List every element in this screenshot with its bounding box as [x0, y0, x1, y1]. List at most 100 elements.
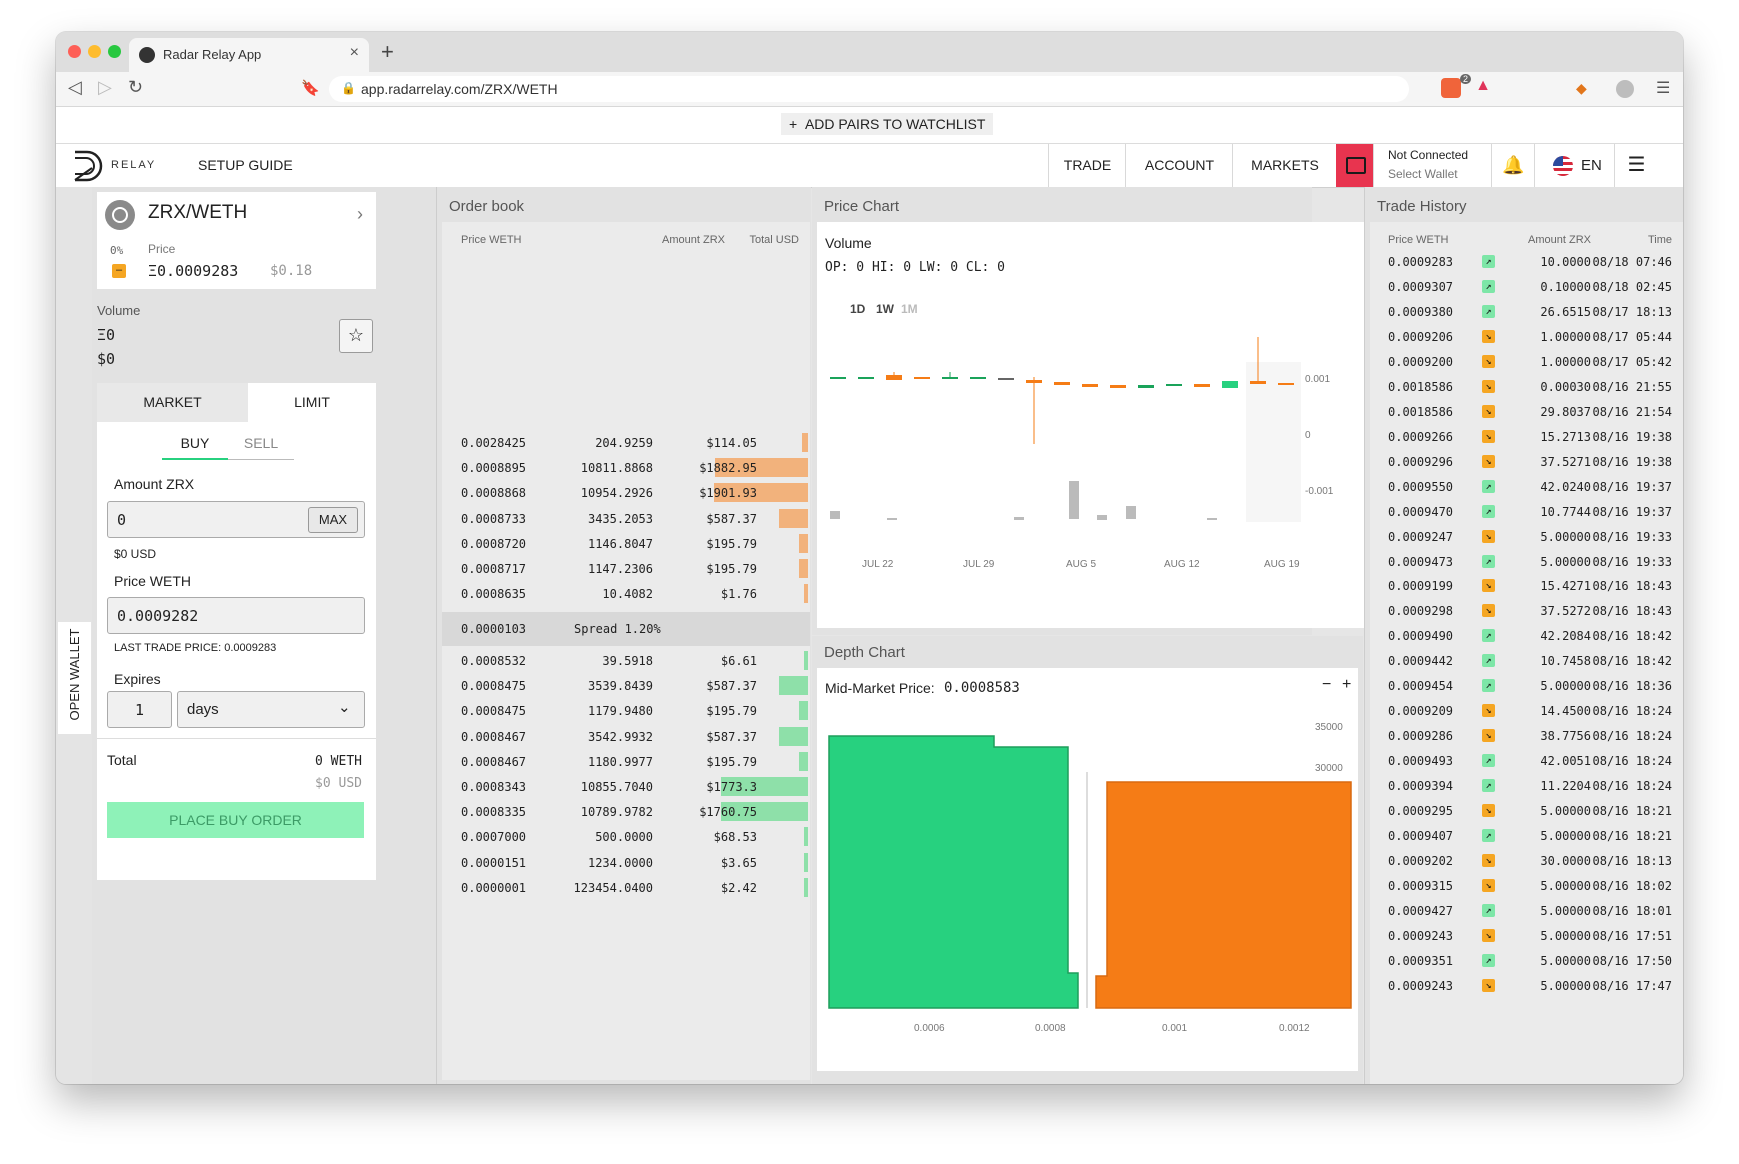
order-row[interactable]: 0.0008868 10954.2926 $1901.93 [442, 480, 810, 505]
wallet-button[interactable] [1336, 144, 1373, 187]
order-row[interactable]: 0.0008343 10855.7040 $1773.3 [442, 774, 810, 799]
candle [1166, 384, 1182, 386]
trade-row[interactable]: 0.0009427 ↗ 5.00000 08/16 18:01 [1370, 898, 1683, 923]
maximize-window-button[interactable] [108, 45, 121, 58]
side-buy[interactable]: BUY [162, 435, 228, 451]
trade-row[interactable]: 0.0009295 ↘ 5.00000 08/16 18:21 [1370, 798, 1683, 823]
back-icon[interactable]: ◁ [68, 77, 82, 98]
order-amount: 1146.8047 [587, 536, 653, 551]
radar-relay-logo-icon[interactable] [72, 148, 106, 184]
place-buy-order-button[interactable]: PLACE BUY ORDER [107, 802, 364, 838]
trade-row[interactable]: 0.0009550 ↗ 42.0240 08/16 19:37 [1370, 474, 1683, 499]
trade-row[interactable]: 0.0009380 ↗ 26.6515 08/17 18:13 [1370, 299, 1683, 324]
brave-rewards-icon[interactable]: ▲ [1475, 77, 1491, 95]
tab-market[interactable]: MARKET [97, 383, 248, 422]
trade-row[interactable]: 0.0009473 ↗ 5.00000 08/16 19:33 [1370, 549, 1683, 574]
trade-row[interactable]: 0.0009490 ↗ 42.2084 08/16 18:42 [1370, 623, 1683, 648]
setup-guide-link[interactable]: SETUP GUIDE [198, 157, 293, 173]
trade-row[interactable]: 0.0009286 ↘ 38.7756 08/16 18:24 [1370, 723, 1683, 748]
order-row[interactable]: 0.0008467 3542.9932 $587.37 [442, 724, 810, 749]
trade-row[interactable]: 0.0009206 ↘ 1.00000 08/17 05:44 [1370, 324, 1683, 349]
pair-card[interactable]: ZRX/WETH › 0% – Price Ξ0.0009283 $0.18 [97, 192, 376, 289]
trade-row[interactable]: 0.0009247 ↘ 5.00000 08/16 19:33 [1370, 524, 1683, 549]
arrow-down-right-icon: ↘ [1482, 329, 1495, 343]
order-row[interactable]: 0.0008635 10.4082 $1.76 [442, 581, 810, 606]
max-button[interactable]: MAX [308, 507, 358, 533]
trade-row[interactable]: 0.0009298 ↘ 37.5272 08/16 18:43 [1370, 598, 1683, 623]
minimize-window-button[interactable] [88, 45, 101, 58]
trade-amount: 42.0051 [1540, 754, 1591, 769]
order-row[interactable]: 0.0008895 10811.8868 $1882.95 [442, 455, 810, 480]
trade-row[interactable]: 0.0009394 ↗ 11.2204 08/16 18:24 [1370, 773, 1683, 798]
order-row[interactable]: 0.0000001 123454.0400 $2.42 [442, 875, 810, 900]
trade-row[interactable]: 0.0009200 ↘ 1.00000 08/17 05:42 [1370, 349, 1683, 374]
trade-row[interactable]: 0.0009442 ↗ 10.7458 08/16 18:42 [1370, 648, 1683, 673]
trade-row[interactable]: 0.0009493 ↗ 42.0051 08/16 18:24 [1370, 748, 1683, 773]
trade-row[interactable]: 0.0009351 ↗ 5.00000 08/16 17:50 [1370, 948, 1683, 973]
range-1w[interactable]: 1W [876, 302, 894, 316]
trade-row[interactable]: 0.0009266 ↘ 15.2713 08/16 19:38 [1370, 424, 1683, 449]
profile-avatar[interactable] [1616, 80, 1634, 98]
order-total: $114.05 [706, 436, 757, 450]
order-row[interactable]: 0.0007000 500.0000 $68.53 [442, 824, 810, 849]
trade-row[interactable]: 0.0009315 ↘ 5.00000 08/16 18:02 [1370, 873, 1683, 898]
zoom-out-button[interactable]: − [1322, 676, 1331, 694]
new-tab-icon[interactable]: + [381, 39, 394, 65]
nav-markets[interactable]: MARKETS [1232, 144, 1337, 187]
trade-row[interactable]: 0.0009243 ↘ 5.00000 08/16 17:47 [1370, 973, 1683, 998]
browser-menu-icon[interactable]: ☰ [1656, 78, 1670, 98]
reload-icon[interactable]: ↻ [128, 77, 143, 98]
price-input[interactable]: 0.0009282 [107, 597, 365, 634]
expires-value-input[interactable]: 1 [107, 691, 172, 728]
close-tab-icon[interactable]: × [350, 44, 359, 62]
order-row[interactable]: 0.0008532 39.5918 $6.61 [442, 648, 810, 673]
browser-tab[interactable]: Radar Relay App × [129, 38, 369, 72]
range-1d[interactable]: 1D [850, 302, 865, 316]
expires-unit-select[interactable]: days ⌄ [177, 691, 365, 728]
trade-row[interactable]: 0.0018586 ↘ 0.00030 08/16 21:55 [1370, 374, 1683, 399]
tab-limit[interactable]: LIMIT [248, 383, 376, 422]
order-row[interactable]: 0.0008733 3435.2053 $587.37 [442, 506, 810, 531]
trade-row[interactable]: 0.0009202 ↘ 30.0000 08/16 18:13 [1370, 848, 1683, 873]
trade-row[interactable]: 0.0009296 ↘ 37.5271 08/16 19:38 [1370, 449, 1683, 474]
chevron-right-icon[interactable]: › [357, 204, 363, 225]
amount-label: Amount ZRX [114, 476, 195, 492]
trade-row[interactable]: 0.0009283 ↗ 10.0000 08/18 07:46 [1370, 249, 1683, 274]
trade-row[interactable]: 0.0018586 ↘ 29.8037 08/16 21:54 [1370, 399, 1683, 424]
side-sell[interactable]: SELL [228, 435, 294, 451]
trade-row[interactable]: 0.0009243 ↘ 5.00000 08/16 17:51 [1370, 923, 1683, 948]
open-wallet-tab[interactable]: OPEN WALLET [58, 622, 91, 734]
metamask-icon[interactable]: ◆ [1576, 80, 1587, 97]
order-row[interactable]: 0.0008467 1180.9977 $195.79 [442, 749, 810, 774]
order-row[interactable]: 0.0008717 1147.2306 $195.79 [442, 556, 810, 581]
notifications-bell-icon[interactable]: 🔔 [1491, 144, 1535, 187]
order-row[interactable]: 0.0008475 1179.9480 $195.79 [442, 698, 810, 723]
address-bar[interactable]: 🔒 app.radarrelay.com/ZRX/WETH 2 ▲ [329, 74, 1491, 102]
star-watchlist-icon[interactable]: ☆ [339, 319, 373, 353]
zoom-in-button[interactable]: + [1342, 676, 1351, 694]
trade-row[interactable]: 0.0009407 ↗ 5.00000 08/16 18:21 [1370, 823, 1683, 848]
bookmark-icon[interactable]: 🔖 [301, 79, 320, 97]
app-menu-icon[interactable]: ☰ [1614, 144, 1658, 187]
trade-row[interactable]: 0.0009307 ↗ 0.10000 08/18 02:45 [1370, 274, 1683, 299]
nav-trade[interactable]: TRADE [1048, 144, 1126, 187]
forward-icon[interactable]: ▷ [98, 77, 112, 98]
add-pairs-watchlist-button[interactable]: + ADD PAIRS TO WATCHLIST [781, 113, 994, 135]
order-row[interactable]: 0.0028425 204.9259 $114.05 [442, 430, 810, 455]
order-row[interactable]: 0.0000151 1234.0000 $3.65 [442, 850, 810, 875]
order-row[interactable]: 0.0008335 10789.9782 $1760.75 [442, 799, 810, 824]
wallet-status[interactable]: Not Connected Select Wallet [1373, 144, 1492, 187]
brave-shield-icon[interactable] [1441, 78, 1461, 98]
trade-row[interactable]: 0.0009454 ↗ 5.00000 08/16 18:36 [1370, 673, 1683, 698]
trade-row[interactable]: 0.0009209 ↘ 14.4500 08/16 18:24 [1370, 698, 1683, 723]
language-selector[interactable]: EN [1534, 144, 1615, 187]
range-1m[interactable]: 1M [901, 302, 918, 316]
volume-weth: Ξ0 [97, 326, 116, 344]
amount-input[interactable]: 0 MAX [107, 501, 365, 538]
nav-account[interactable]: ACCOUNT [1125, 144, 1233, 187]
close-window-button[interactable] [68, 45, 81, 58]
order-row[interactable]: 0.0008720 1146.8047 $195.79 [442, 531, 810, 556]
order-row[interactable]: 0.0008475 3539.8439 $587.37 [442, 673, 810, 698]
trade-row[interactable]: 0.0009199 ↘ 15.4271 08/16 18:43 [1370, 573, 1683, 598]
trade-row[interactable]: 0.0009470 ↗ 10.7744 08/16 19:37 [1370, 499, 1683, 524]
